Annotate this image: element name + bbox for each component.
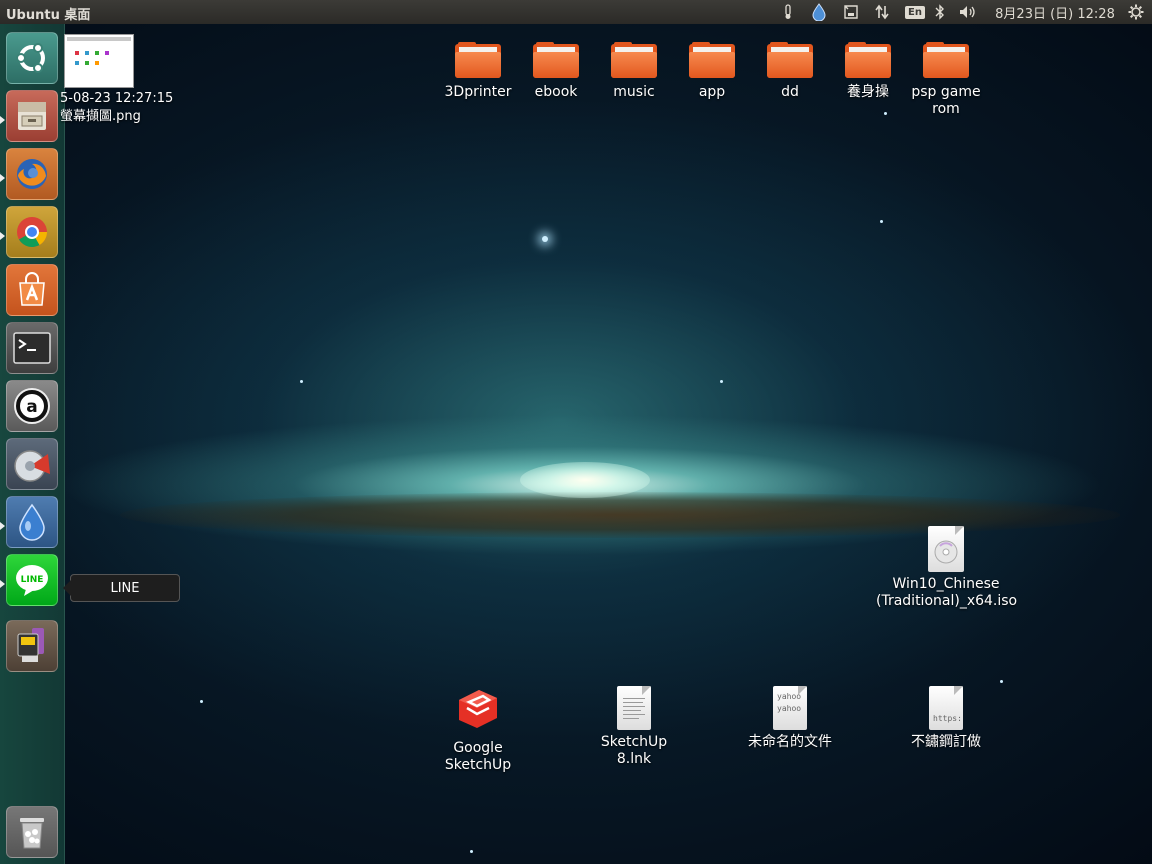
folder-icon [533, 42, 579, 80]
window-title: Ubuntu 桌面 [6, 8, 91, 23]
trash-icon [20, 818, 44, 849]
sketchup-icon [459, 690, 497, 728]
shopping-bag-icon [19, 272, 45, 306]
launcher-item-app-dial[interactable] [6, 438, 58, 490]
sd-card-icon[interactable] [842, 2, 860, 22]
thermometer-icon[interactable] [780, 2, 796, 22]
dial-icon [14, 450, 50, 482]
screenshot-file-label-line2: 螢幕擷圖.png [60, 109, 141, 124]
folder-icon [923, 42, 969, 80]
iso-file-label: Win10_Chinese (Traditional)_x64.iso [876, 576, 1018, 609]
text-document-icon: https: [929, 686, 963, 730]
launcher-item-trash[interactable] [6, 806, 58, 858]
running-indicator [0, 174, 5, 182]
sketchup-lnk-file[interactable]: SketchUp 8.lnk [584, 686, 684, 768]
launcher-item-terminal[interactable] [6, 322, 58, 374]
launcher-item-sd-card-tool[interactable] [6, 620, 58, 672]
launcher-item-firefox[interactable] [6, 148, 58, 200]
launcher-item-line[interactable]: LINE [6, 554, 58, 606]
document-preview-text: https: [933, 714, 962, 723]
launcher-item-software-center[interactable] [6, 264, 58, 316]
network-icon[interactable] [873, 2, 891, 22]
launcher-item-ubuntu-dash[interactable] [6, 32, 58, 84]
water-drop-icon[interactable] [810, 2, 828, 22]
file-label: Google SketchUp [444, 740, 512, 773]
screenshot-file-label[interactable]: 5-08-23 12:27:15 螢幕擷圖.png [60, 90, 173, 126]
file-cabinet-icon [18, 102, 46, 130]
firefox-icon [17, 159, 47, 189]
launcher-tooltip: LINE [63, 574, 180, 602]
iso-file[interactable]: Win10_Chinese (Traditional)_x64.iso [876, 526, 1018, 610]
file-label: 不鏽鋼訂做 [911, 734, 981, 750]
launcher-item-deluge[interactable] [6, 496, 58, 548]
star [720, 380, 723, 383]
folder-icon [845, 42, 891, 80]
volume-icon[interactable] [957, 2, 979, 22]
ubuntu-logo-icon [16, 43, 45, 73]
screenshot-file-label-line1: 5-08-23 12:27:15 [60, 91, 174, 106]
text-document-icon: yahoo yahoo [773, 686, 807, 730]
star [1000, 680, 1003, 683]
folder-icon [767, 42, 813, 80]
launcher: a LINE [0, 24, 65, 864]
text-document-icon [617, 686, 651, 730]
svg-text:a: a [26, 397, 37, 417]
folder-icon [455, 42, 501, 80]
galaxy-core [520, 462, 650, 498]
chrome-icon [17, 217, 48, 248]
bright-star [542, 236, 548, 242]
launcher-item-amarok[interactable]: a [6, 380, 58, 432]
water-drop-icon [19, 503, 45, 541]
top-panel: Ubuntu 桌面 En 8月23日 (日) 12:28 [0, 0, 1152, 24]
screenshot-thumbnail[interactable] [64, 34, 134, 88]
running-indicator [0, 232, 5, 240]
power-gear-icon[interactable] [1126, 2, 1146, 22]
file-label: 未命名的文件 [748, 734, 832, 750]
running-indicator [0, 116, 5, 124]
stainless-custom-file[interactable]: https: 不鏽鋼訂做 [896, 686, 996, 751]
star [884, 112, 887, 115]
terminal-icon [13, 332, 51, 364]
star [300, 380, 303, 383]
untitled-document-file[interactable]: yahoo yahoo 未命名的文件 [740, 686, 840, 751]
folder-icon [611, 42, 657, 80]
keyboard-layout-icon[interactable]: En [904, 2, 926, 22]
star [470, 850, 473, 853]
launcher-item-files[interactable] [6, 90, 58, 142]
folder-icon [689, 42, 735, 80]
launcher-item-chrome[interactable] [6, 206, 58, 258]
sd-card-icon [17, 628, 44, 662]
running-indicator [0, 580, 5, 588]
disc-image-icon [928, 526, 964, 572]
keyboard-layout-label: En [905, 5, 925, 19]
a-logo-icon: a [14, 388, 50, 424]
clock[interactable]: 8月23日 (日) 12:28 [993, 2, 1117, 22]
star [880, 220, 883, 223]
running-indicator [0, 522, 5, 530]
folder-label: psp game rom [911, 84, 981, 117]
bluetooth-icon[interactable] [933, 2, 947, 22]
file-label: SketchUp 8.lnk [600, 734, 668, 767]
svg-text:LINE: LINE [21, 575, 44, 585]
line-chat-icon: LINE [16, 565, 48, 596]
folder-psp-game-rom[interactable]: psp game rom [896, 42, 996, 118]
google-sketchup-launcher[interactable]: Google SketchUp [418, 686, 538, 774]
star [200, 700, 203, 703]
